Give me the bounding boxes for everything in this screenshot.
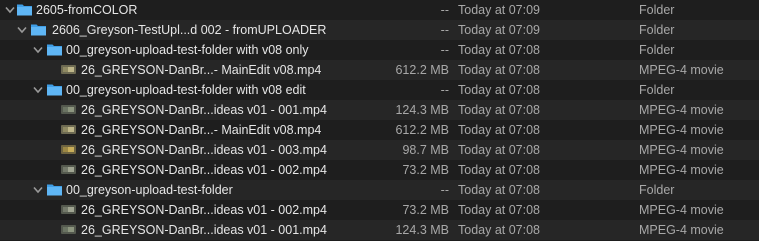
list-item-folder[interactable]: 00_greyson-upload-test-folder with v08 o… [0,40,759,60]
folder-icon [46,82,62,98]
list-item-file[interactable]: 26_GREYSON-DanBr...ideas v01 - 001.mp4 1… [0,220,759,240]
list-item-file[interactable]: 26_GREYSON-DanBr...- MainEdit v08.mp4 61… [0,60,759,80]
file-name: 26_GREYSON-DanBr...ideas v01 - 002.mp4 [81,163,327,177]
list-item-folder[interactable]: 2605-fromCOLOR -- Today at 07:09 Folder [0,0,759,20]
file-size: -- [440,83,449,97]
file-kind: MPEG-4 movie [639,123,724,137]
list-item-folder[interactable]: 00_greyson-upload-test-folder with v08 e… [0,80,759,100]
file-name: 26_GREYSON-DanBr...- MainEdit v08.mp4 [81,63,322,77]
file-kind: MPEG-4 movie [639,63,724,77]
chevron-down-icon[interactable] [5,4,15,16]
file-kind: Folder [639,23,675,37]
file-name: 00_greyson-upload-test-folder [66,183,233,197]
movie-file-icon [60,142,76,158]
movie-file-icon [60,222,76,238]
file-size: -- [440,23,449,37]
movie-file-icon [60,202,76,218]
file-name: 26_GREYSON-DanBr...ideas v01 - 002.mp4 [81,203,327,217]
date-modified: Today at 07:08 [458,223,541,237]
date-modified: Today at 07:08 [458,43,541,57]
folder-icon [16,2,32,18]
file-kind: Folder [639,83,675,97]
file-size: 73.2 MB [402,163,449,177]
file-name: 00_greyson-upload-test-folder with v08 e… [66,83,306,97]
list-item-file[interactable]: 26_GREYSON-DanBr...ideas v01 - 002.mp4 7… [0,160,759,180]
movie-file-icon [60,102,76,118]
chevron-down-icon[interactable] [33,184,43,196]
file-size: 73.2 MB [402,203,449,217]
date-modified: Today at 07:08 [458,103,541,117]
chevron-down-icon[interactable] [33,44,43,56]
list-item-folder[interactable]: 2606_Greyson-TestUpl...d 002 - fromUPLOA… [0,20,759,40]
list-item-file[interactable]: 26_GREYSON-DanBr...- MainEdit v08.mp4 61… [0,120,759,140]
file-name: 26_GREYSON-DanBr...ideas v01 - 001.mp4 [81,223,327,237]
file-size: 612.2 MB [395,123,449,137]
file-name: 26_GREYSON-DanBr...ideas v01 - 001.mp4 [81,103,327,117]
movie-file-icon [60,62,76,78]
chevron-down-icon[interactable] [33,84,43,96]
date-modified: Today at 07:08 [458,163,541,177]
list-item-file[interactable]: 26_GREYSON-DanBr...ideas v01 - 001.mp4 1… [0,100,759,120]
folder-icon [46,42,62,58]
date-modified: Today at 07:09 [458,23,541,37]
list-item-folder[interactable]: 00_greyson-upload-test-folder -- Today a… [0,180,759,200]
file-kind: Folder [639,183,675,197]
date-modified: Today at 07:09 [458,3,541,17]
file-size: 124.3 MB [395,223,449,237]
folder-icon [30,22,46,38]
file-size: 98.7 MB [402,143,449,157]
file-size: -- [440,183,449,197]
file-kind: Folder [639,3,675,17]
date-modified: Today at 07:08 [458,143,541,157]
list-item-file[interactable]: 26_GREYSON-DanBr...ideas v01 - 003.mp4 9… [0,140,759,160]
file-kind: MPEG-4 movie [639,223,724,237]
file-name: 00_greyson-upload-test-folder with v08 o… [66,43,309,57]
file-kind: MPEG-4 movie [639,143,724,157]
file-name: 2606_Greyson-TestUpl...d 002 - fromUPLOA… [52,23,327,37]
movie-file-icon [60,122,76,138]
date-modified: Today at 07:08 [458,63,541,77]
date-modified: Today at 07:08 [458,203,541,217]
movie-file-icon [60,162,76,178]
date-modified: Today at 07:08 [458,183,541,197]
file-kind: MPEG-4 movie [639,203,724,217]
file-list: 2605-fromCOLOR -- Today at 07:09 Folder … [0,0,759,241]
file-size: -- [440,43,449,57]
folder-icon [46,182,62,198]
file-kind: MPEG-4 movie [639,103,724,117]
chevron-down-icon[interactable] [17,24,27,36]
list-item-file[interactable]: 26_GREYSON-DanBr...ideas v01 - 002.mp4 7… [0,200,759,220]
file-size: 124.3 MB [395,103,449,117]
file-name: 2605-fromCOLOR [36,3,138,17]
date-modified: Today at 07:08 [458,123,541,137]
file-size: 612.2 MB [395,63,449,77]
file-kind: Folder [639,43,675,57]
file-kind: MPEG-4 movie [639,163,724,177]
file-name: 26_GREYSON-DanBr...- MainEdit v08.mp4 [81,123,322,137]
file-size: -- [440,3,449,17]
date-modified: Today at 07:08 [458,83,541,97]
file-name: 26_GREYSON-DanBr...ideas v01 - 003.mp4 [81,143,327,157]
